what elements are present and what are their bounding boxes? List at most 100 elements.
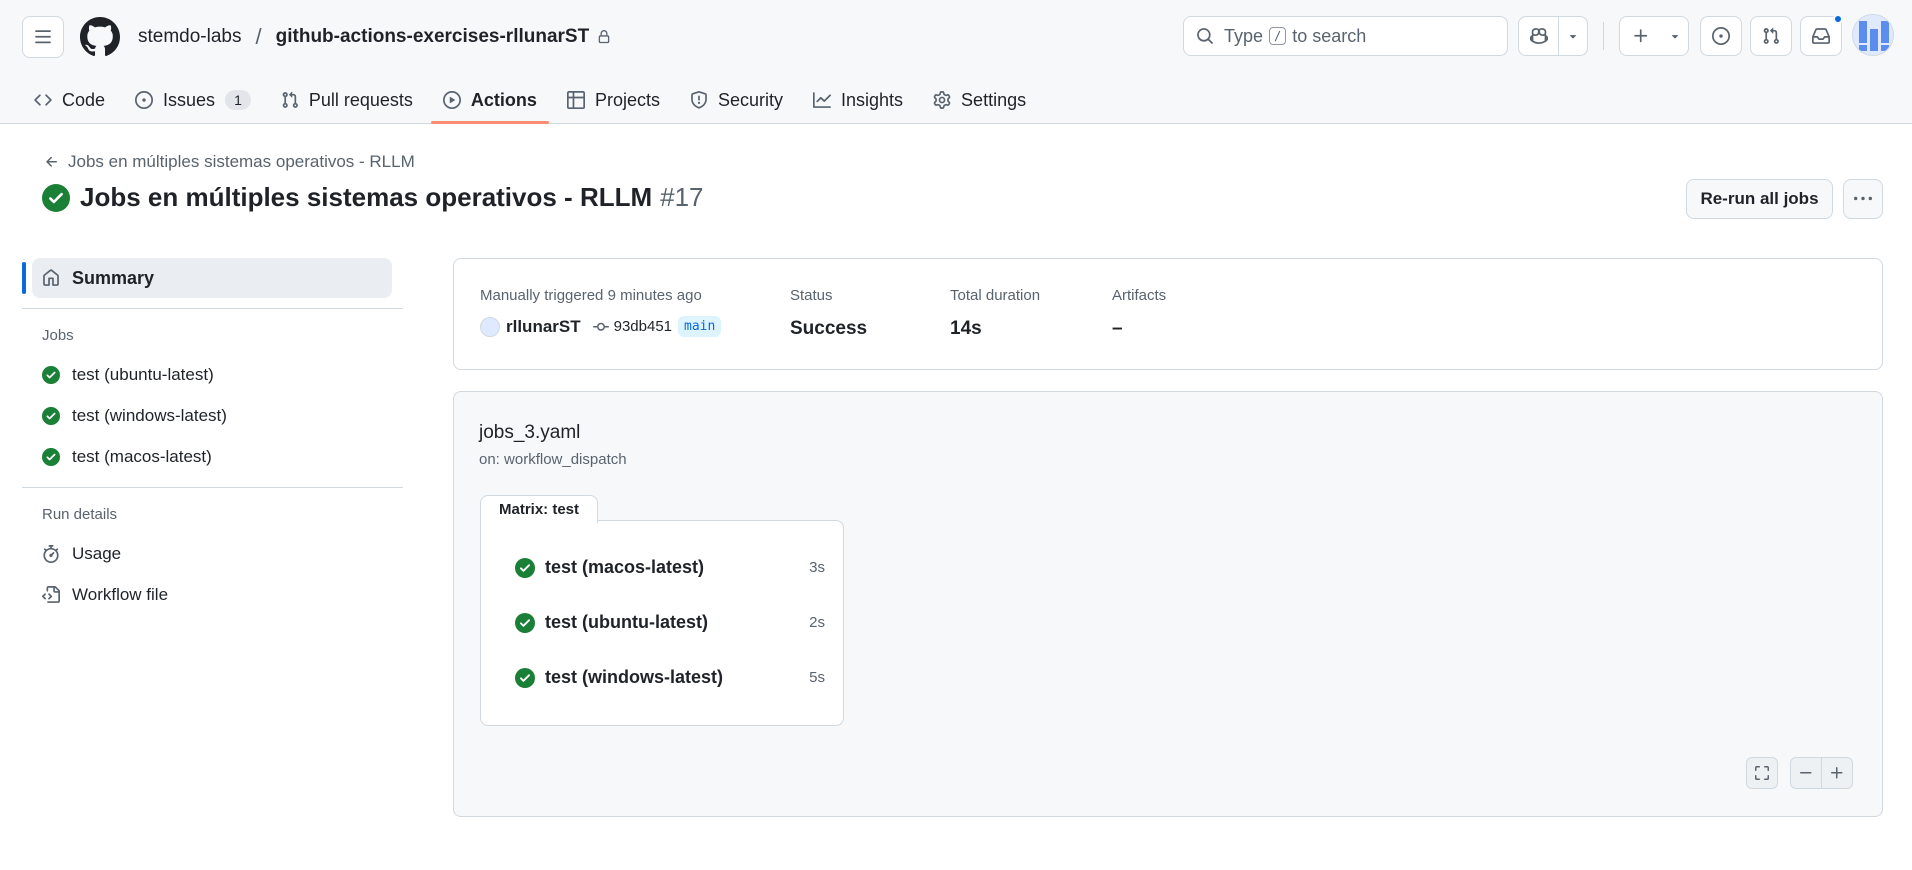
run-title: Jobs en múltiples sistemas operativos - … [80,182,653,212]
notification-dot [1833,14,1843,24]
issue-icon [135,91,154,109]
github-logo-icon[interactable] [80,17,120,57]
tab-security-label: Security [717,89,783,110]
check-circle-fill-icon [515,667,535,688]
issue-opened-icon [1712,27,1730,45]
user-avatar[interactable] [1852,14,1894,56]
sidebar-divider [22,308,403,309]
sidebar-jobs-heading: Jobs [42,327,74,344]
home-icon [43,269,59,286]
repo-link[interactable]: github-actions-exercises-rllunarST [276,26,590,48]
workflow-graph-card: jobs_3.yaml on: workflow_dispatch Matrix… [453,391,1883,817]
triangle-down-icon [1671,35,1679,39]
matrix-label: Matrix: test [480,495,599,523]
search-icon [1197,28,1213,44]
trigger-label: Manually triggered 9 minutes ago [480,287,702,304]
copilot-icon [1529,28,1548,44]
back-to-workflow-link[interactable]: Jobs en múltiples sistemas operativos - … [44,152,415,172]
status-value: Success [790,318,868,339]
page-title: Jobs en múltiples sistemas operativos - … [42,182,704,213]
inbox-icon [1812,28,1830,44]
create-new-button[interactable] [1619,16,1689,56]
git-pull-request-icon [1763,27,1779,44]
tab-actions-label: Actions [470,89,537,110]
graph-icon [813,92,831,108]
trigger-details: rllunarST 93db451 main [480,316,722,337]
git-commit-icon [592,322,609,331]
graph-job-item[interactable]: test (macos-latest) 3s [515,557,825,578]
sidebar-job-label: test (windows-latest) [72,405,227,425]
run-number: #17 [660,182,704,212]
copilot-dropdown-button[interactable] [1559,17,1587,55]
check-circle-fill-icon [515,557,535,578]
tab-issues-label: Issues [163,89,216,110]
zoom-out-button[interactable] [1790,757,1822,789]
commit-link[interactable]: 93db451 [592,318,673,335]
workflow-trigger: on: workflow_dispatch [479,451,627,468]
tab-issues[interactable]: Issues 1 [123,76,263,124]
play-icon [442,91,461,109]
trigger-info: Manually triggered 9 minutes ago rllunar… [480,287,722,337]
artifacts-info: Artifacts – [1112,287,1166,340]
pull-requests-button[interactable] [1750,16,1792,56]
sidebar-job-item[interactable]: test (ubuntu-latest) [22,354,403,395]
tab-settings[interactable]: Settings [921,76,1038,124]
check-circle-fill-icon [42,406,60,425]
commit-sha: 93db451 [613,318,673,335]
actor-avatar[interactable] [480,316,500,337]
breadcrumb-separator: / [255,24,262,49]
screen-full-icon [1755,766,1769,780]
lock-icon [597,30,611,44]
menu-button[interactable] [22,16,64,58]
tab-pull-requests[interactable]: Pull requests [269,76,425,124]
copilot-button[interactable] [1519,17,1558,55]
fullscreen-button[interactable] [1746,757,1778,789]
duration-info: Total duration 14s [950,287,1040,340]
sidebar-job-item[interactable]: test (windows-latest) [22,395,403,436]
plus-icon [1831,767,1843,779]
search-placeholder-suffix: to search [1292,25,1367,46]
table-icon [566,91,585,109]
tab-insights[interactable]: Insights [801,76,915,124]
duration-value: 14s [950,318,982,339]
tab-insights-label: Insights [841,89,904,110]
tab-pull-requests-label: Pull requests [308,89,413,110]
branch-badge[interactable]: main [678,316,722,337]
status-info: Status Success [790,287,867,340]
sidebar-item-summary[interactable]: Summary [22,258,392,298]
rerun-all-jobs-button[interactable]: Re-run all jobs [1686,179,1833,219]
sidebar-job-item[interactable]: test (macos-latest) [22,436,403,477]
sidebar-summary-label: Summary [72,267,155,288]
tab-code[interactable]: Code [22,76,117,124]
more-options-button[interactable] [1843,179,1883,219]
kebab-horizontal-icon [1854,196,1872,201]
sidebar-item-usage[interactable]: Usage [22,533,403,574]
search-input[interactable]: Type / to search [1183,16,1508,56]
back-link-label: Jobs en múltiples sistemas operativos - … [68,152,415,171]
actor-name[interactable]: rllunarST [506,317,581,337]
check-circle-fill-icon [515,612,535,633]
zoom-in-button[interactable] [1821,757,1853,789]
dash-icon [1800,772,1812,774]
pull-request-icon [282,91,298,108]
duration-label: Total duration [950,287,1041,304]
tab-projects-label: Projects [594,89,660,110]
tab-actions[interactable]: Actions [430,76,549,124]
graph-job-item[interactable]: test (ubuntu-latest) 2s [515,612,825,633]
graph-job-name: test (windows-latest) [545,667,724,687]
run-sidebar: Summary Jobs test (ubuntu-latest) test (… [22,258,403,615]
graph-job-duration: 3s [809,559,825,576]
search-placeholder-prefix: Type [1224,25,1264,46]
artifacts-value: – [1112,318,1123,339]
graph-job-item[interactable]: test (windows-latest) 5s [515,667,825,688]
tab-security[interactable]: Security [678,76,795,124]
code-icon [34,94,52,106]
sidebar-item-workflow-file[interactable]: Workflow file [22,574,403,615]
sidebar-divider [22,487,403,488]
owner-link[interactable]: stemdo-labs [138,26,242,48]
issues-button[interactable] [1700,16,1742,56]
sidebar-usage-label: Usage [72,543,122,563]
repo-breadcrumb: stemdo-labs / github-actions-exercises-r… [138,24,611,50]
repo-tabs: Code Issues 1 Pull requests Actions Proj… [22,76,1044,124]
tab-projects[interactable]: Projects [555,76,672,124]
